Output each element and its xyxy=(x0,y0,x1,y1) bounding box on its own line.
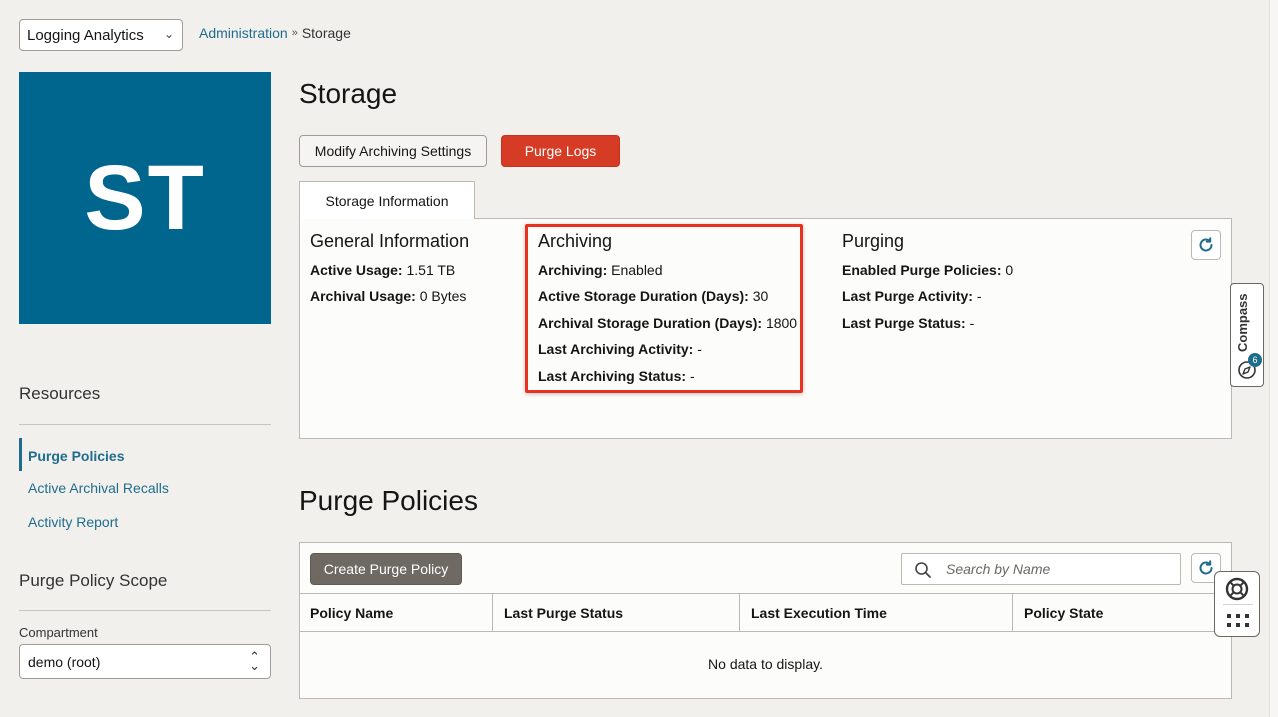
resource-badge-initials: ST xyxy=(84,146,206,249)
create-purge-policy-button[interactable]: Create Purge Policy xyxy=(310,553,462,585)
help-widget-divider xyxy=(1223,604,1253,605)
last-purge-status-key: Last Purge Status: xyxy=(842,315,966,331)
active-usage-row: Active Usage: 1.51 TB xyxy=(310,262,455,278)
search-input[interactable] xyxy=(946,561,1166,577)
app-grid-icon xyxy=(1227,614,1249,627)
column-header-policy-name[interactable]: Policy Name xyxy=(299,594,493,632)
general-information-heading: General Information xyxy=(310,231,470,251)
column-header-last-purge-status[interactable]: Last Purge Status xyxy=(493,594,740,632)
sidebar-item-active-archival-recalls[interactable]: Active Archival Recalls xyxy=(28,480,169,496)
enabled-purge-policies-row: Enabled Purge Policies: 0 xyxy=(842,262,1013,278)
empty-table-message: No data to display. xyxy=(708,656,823,672)
last-purge-status-value: - xyxy=(965,315,975,331)
last-purge-activity-value: - xyxy=(972,288,982,304)
refresh-icon xyxy=(1199,560,1213,575)
resources-heading: Resources xyxy=(19,384,101,403)
compass-label: Compass xyxy=(1235,293,1250,353)
search-box xyxy=(901,553,1181,585)
refresh-icon xyxy=(1199,237,1213,252)
chevron-down-icon: ⌄ xyxy=(163,27,174,41)
page-scrollbar[interactable] xyxy=(1269,0,1278,717)
refresh-storage-button[interactable] xyxy=(1191,230,1221,260)
purge-policy-scope-heading: Purge Policy Scope xyxy=(19,571,168,590)
page-title: Storage xyxy=(299,78,398,109)
archival-usage-row: Archival Usage: 0 Bytes xyxy=(310,288,466,304)
active-usage-key: Active Usage: xyxy=(310,262,403,278)
breadcrumb-current: Storage xyxy=(301,25,351,41)
compartment-select[interactable]: demo (root) ⌃ ⌄ xyxy=(19,644,271,679)
sidebar-item-activity-report[interactable]: Activity Report xyxy=(28,514,118,530)
last-purge-status-row: Last Purge Status: - xyxy=(842,315,974,331)
column-header-policy-state[interactable]: Policy State xyxy=(1013,594,1230,632)
purge-logs-button[interactable]: Purge Logs xyxy=(501,135,620,167)
compartment-label: Compartment xyxy=(19,625,98,640)
enabled-purge-policies-value: 0 xyxy=(1001,262,1014,278)
breadcrumb-administration-link[interactable]: Administration xyxy=(199,25,288,41)
search-icon xyxy=(915,562,931,578)
tab-storage-information[interactable]: Storage Information xyxy=(299,181,475,219)
column-header-last-execution-time[interactable]: Last Execution Time xyxy=(740,594,1013,632)
archival-usage-key: Archival Usage: xyxy=(310,288,416,304)
last-purge-activity-row: Last Purge Activity: - xyxy=(842,288,982,304)
breadcrumb: Administration » Storage xyxy=(199,25,351,41)
app-selector-value: Logging Analytics xyxy=(27,26,144,44)
resource-badge: ST xyxy=(19,72,271,324)
breadcrumb-separator-icon: » xyxy=(291,27,298,39)
modify-archiving-settings-button[interactable]: Modify Archiving Settings xyxy=(299,135,487,167)
active-item-indicator xyxy=(19,438,22,471)
purge-policies-title: Purge Policies xyxy=(299,485,478,516)
resources-divider xyxy=(19,424,271,425)
last-purge-activity-key: Last Purge Activity: xyxy=(842,288,973,304)
scope-divider xyxy=(19,610,271,611)
lifebuoy-icon xyxy=(1225,577,1249,601)
updown-chevron-icon: ⌃ ⌄ xyxy=(249,649,260,673)
purging-heading: Purging xyxy=(842,231,905,251)
table-header: Policy Name Last Purge Status Last Execu… xyxy=(299,593,1232,632)
active-usage-value: 1.51 TB xyxy=(402,262,456,278)
compartment-select-value: demo (root) xyxy=(28,653,101,670)
sidebar-item-purge-policies[interactable]: Purge Policies xyxy=(28,448,124,464)
app-selector[interactable]: Logging Analytics ⌄ xyxy=(19,19,183,51)
archiving-highlight-box xyxy=(525,224,803,393)
help-widget[interactable] xyxy=(1214,571,1260,637)
compass-button[interactable]: Compass 6 xyxy=(1230,283,1264,387)
archival-usage-value: 0 Bytes xyxy=(415,288,467,304)
compass-count-badge: 6 xyxy=(1248,353,1262,367)
enabled-purge-policies-key: Enabled Purge Policies: xyxy=(842,262,1002,278)
